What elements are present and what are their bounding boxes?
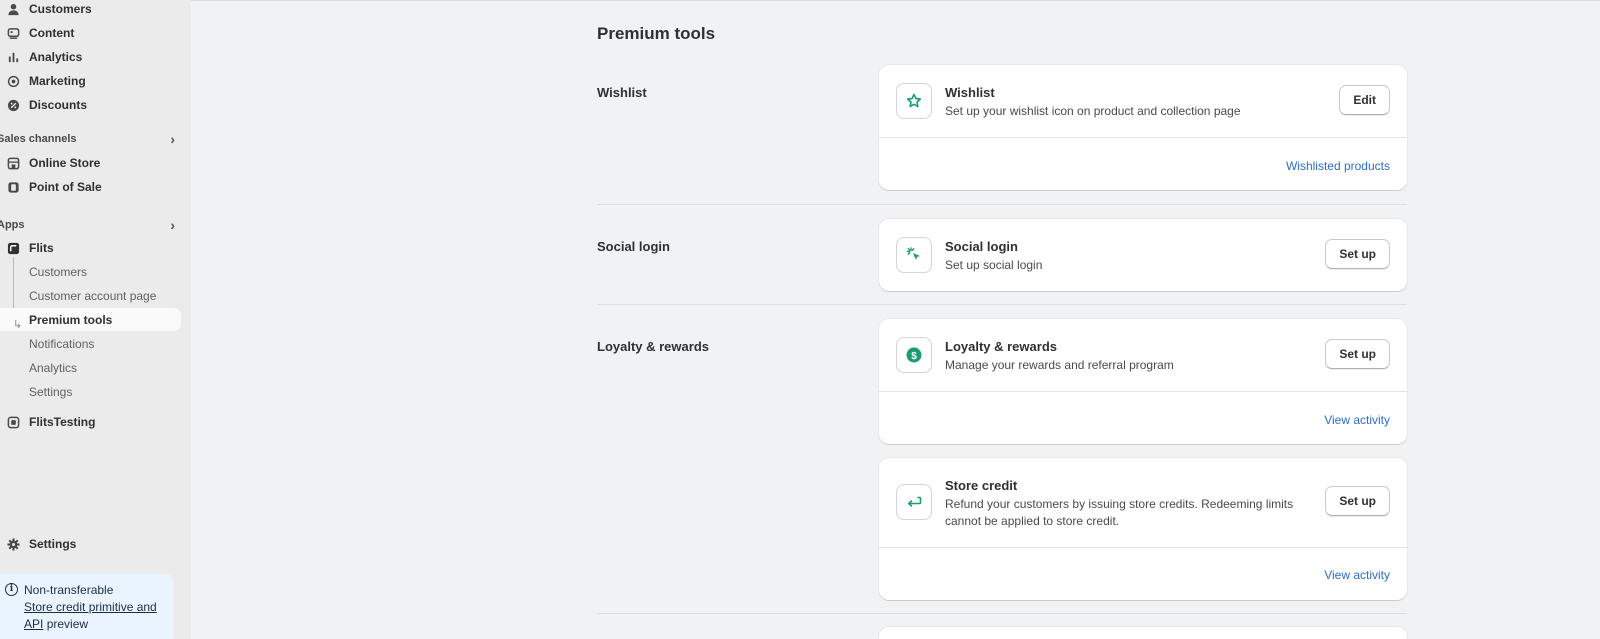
banner-link[interactable]: Store credit primitive and API xyxy=(24,600,157,631)
apps-heading[interactable]: Apps › xyxy=(0,217,177,233)
person-icon xyxy=(6,2,20,16)
nav-point-of-sale[interactable]: Point of Sale xyxy=(0,176,102,198)
section-title-social-login: Social login xyxy=(597,239,670,254)
card-description: Manage your rewards and referral program xyxy=(945,358,1174,372)
section-divider xyxy=(597,204,1407,205)
info-icon: i xyxy=(5,583,18,596)
dollar-coin-icon: $ xyxy=(896,337,932,373)
subnav-hook-icon: ↳ xyxy=(13,319,23,331)
subnav-premium-tools[interactable]: Premium tools xyxy=(29,308,112,331)
nav-content[interactable]: Content xyxy=(0,22,74,44)
card-title: Wishlist xyxy=(945,85,995,100)
section-divider xyxy=(597,613,1407,614)
subnav-analytics[interactable]: Analytics xyxy=(29,358,77,378)
page-title: Premium tools xyxy=(597,24,716,43)
nav-label: Analytics xyxy=(29,50,83,64)
target-icon xyxy=(6,74,20,88)
nav-customers[interactable]: Customers xyxy=(0,0,92,20)
sales-channels-heading[interactable]: Sales channels › xyxy=(0,131,177,147)
subnav-customer-account-page[interactable]: Customer account page xyxy=(29,286,156,306)
wishlisted-products-link[interactable]: Wishlisted products xyxy=(1286,159,1390,173)
subnav-customers[interactable]: Customers xyxy=(29,262,87,282)
subnav-settings[interactable]: Settings xyxy=(29,382,72,402)
nav-label: Flits xyxy=(29,241,54,255)
store-credit-banner: i Non-transferable Store credit primitiv… xyxy=(0,574,174,639)
nav-flits[interactable]: Flits xyxy=(0,237,54,259)
nav-label: Settings xyxy=(29,537,77,551)
loyalty-view-activity-link[interactable]: View activity xyxy=(1324,413,1390,427)
subnav-notifications[interactable]: Notifications xyxy=(29,334,94,354)
nav-label: Marketing xyxy=(29,74,86,88)
return-arrow-icon xyxy=(896,484,932,520)
sidebar: Customers Content Analytics Marketing Di… xyxy=(0,0,191,639)
card-loyalty-rewards: $ Loyalty & rewards Manage your rewards … xyxy=(879,319,1407,444)
banner-prefix: Non-transferable xyxy=(24,583,114,597)
flits-icon xyxy=(6,241,20,255)
banner-suffix: preview xyxy=(46,617,89,631)
card-title: Store credit xyxy=(945,478,1018,493)
nav-flitstesting[interactable]: FlitsTesting xyxy=(0,411,95,433)
card-next-partial xyxy=(879,627,1407,639)
card-description: Set up your wishlist icon on product and… xyxy=(945,104,1241,118)
card-store-credit: Store credit Refund your customers by is… xyxy=(879,458,1407,600)
card-description: Refund your customers by issuing store c… xyxy=(945,497,1294,528)
loyalty-setup-button[interactable]: Set up xyxy=(1325,339,1390,369)
nav-label: Discounts xyxy=(29,98,88,112)
section-title-wishlist: Wishlist xyxy=(597,85,647,100)
star-icon xyxy=(896,83,932,119)
nav-label: Content xyxy=(29,26,75,40)
app-icon xyxy=(6,415,20,429)
wishlist-edit-button[interactable]: Edit xyxy=(1339,85,1390,115)
nav-label: Online Store xyxy=(29,156,101,170)
card-title: Social login xyxy=(945,239,1018,254)
nav-label: FlitsTesting xyxy=(29,415,96,429)
store-credit-setup-button[interactable]: Set up xyxy=(1325,486,1390,516)
pos-icon xyxy=(6,180,20,194)
top-border xyxy=(191,0,1600,1)
chevron-right-icon: › xyxy=(170,131,175,147)
section-divider xyxy=(597,304,1407,305)
nav-online-store[interactable]: Online Store xyxy=(0,152,100,174)
store-icon xyxy=(6,156,20,170)
card-wishlist: Wishlist Set up your wishlist icon on pr… xyxy=(879,65,1407,190)
nav-settings[interactable]: Settings xyxy=(0,533,76,555)
social-login-setup-button[interactable]: Set up xyxy=(1325,239,1390,269)
nav-label: Point of Sale xyxy=(29,180,102,194)
gear-icon xyxy=(6,537,20,551)
nav-analytics[interactable]: Analytics xyxy=(0,46,82,68)
card-title: Loyalty & rewards xyxy=(945,339,1057,354)
card-description: Set up social login xyxy=(945,258,1043,272)
nav-label: Customers xyxy=(29,2,92,16)
svg-text:$: $ xyxy=(911,351,917,362)
content-icon xyxy=(6,26,20,40)
section-title-loyalty: Loyalty & rewards xyxy=(597,339,709,354)
store-credit-view-activity-link[interactable]: View activity xyxy=(1324,568,1390,582)
cursor-click-icon xyxy=(896,237,932,273)
card-social-login: Social login Set up social login Set up xyxy=(879,219,1407,291)
bar-chart-icon xyxy=(6,50,20,64)
nav-discounts[interactable]: Discounts xyxy=(0,94,87,116)
nav-marketing[interactable]: Marketing xyxy=(0,70,86,92)
discount-icon xyxy=(6,98,20,112)
chevron-right-icon: › xyxy=(170,217,175,233)
